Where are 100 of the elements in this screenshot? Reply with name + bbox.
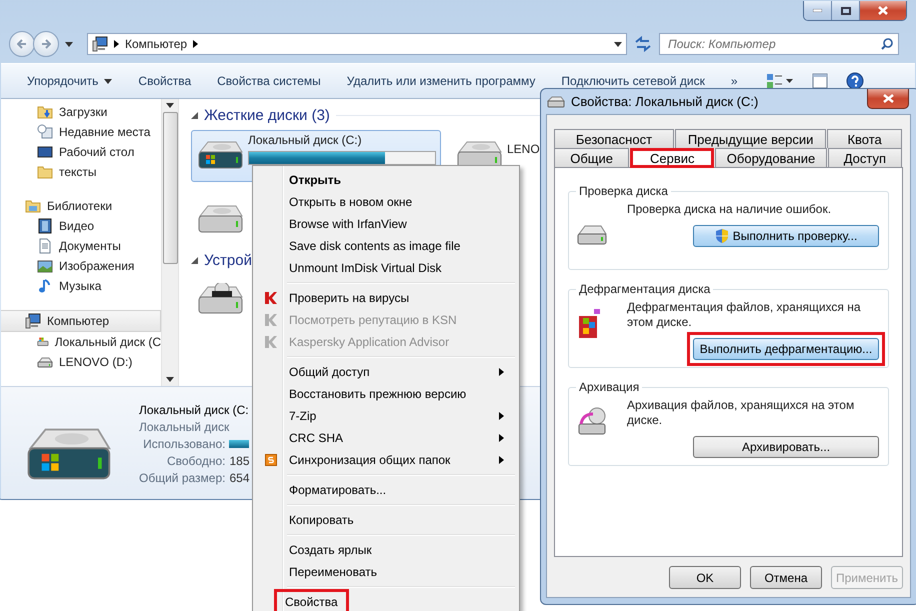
nav-item[interactable]: Музыка xyxy=(1,276,161,296)
tab[interactable]: Оборудование xyxy=(715,148,827,167)
preview-pane-icon[interactable] xyxy=(812,73,828,89)
scroll-down-icon xyxy=(166,377,174,382)
menu-item[interactable]: Unmount ImDisk Virtual Disk xyxy=(255,257,517,279)
group-title: Проверка диска xyxy=(578,184,669,198)
nav-label: Рабочий стол xyxy=(59,145,134,159)
submenu-arrow-icon xyxy=(499,434,504,442)
menu-item[interactable]: Browse with IrfanView xyxy=(255,213,517,235)
breadcrumb[interactable]: Компьютер xyxy=(125,37,188,51)
dialog-button[interactable]: Отмена xyxy=(750,566,822,589)
nav-label: Видео xyxy=(59,219,94,233)
close-button[interactable] xyxy=(867,89,909,109)
toolbar-button[interactable]: » xyxy=(720,67,748,95)
toolbar-button[interactable]: Подключить сетевой диск xyxy=(551,67,715,95)
breadcrumb-arrow-icon xyxy=(193,40,198,48)
nav-item[interactable]: Видео xyxy=(1,216,161,236)
nav-label: Локальный диск (C xyxy=(54,335,161,349)
shield-icon xyxy=(714,228,729,244)
nav-item[interactable]: LENOVO (D:) xyxy=(1,352,161,372)
dialog-button[interactable]: OK xyxy=(669,566,741,589)
maximize-button[interactable] xyxy=(831,1,859,20)
group-header: Жесткие диски (3) xyxy=(204,107,330,124)
tab[interactable]: Сервис xyxy=(630,148,714,168)
search-field[interactable]: Поиск: Компьютер xyxy=(659,33,899,55)
nav-item[interactable]: Загрузки xyxy=(1,102,161,122)
group-title: Дефрагментация диска xyxy=(578,282,712,296)
nav-item[interactable]: Локальный диск (C xyxy=(1,332,161,352)
breadcrumb-arrow-icon xyxy=(114,40,119,48)
nav-label: Компьютер xyxy=(47,314,110,328)
view-options-icon[interactable] xyxy=(766,73,794,89)
close-icon xyxy=(882,94,894,103)
nav-label: Изображения xyxy=(59,259,134,273)
minimize-icon xyxy=(813,9,822,12)
nav-item[interactable]: Документы xyxy=(1,236,161,256)
group-description: Дефрагментация файлов, хранящихся на этом диске. xyxy=(627,300,862,330)
downloads-folder-icon xyxy=(37,104,53,120)
toolbar-button[interactable]: Свойства xyxy=(128,67,202,95)
forward-button[interactable] xyxy=(33,31,59,57)
nav-label: Библиотеки xyxy=(47,199,112,213)
nav-item[interactable]: Компьютер xyxy=(1,310,161,332)
group-title: Архивация xyxy=(578,380,640,394)
menu-item[interactable]: Общий доступ xyxy=(255,361,517,383)
library-folder-icon xyxy=(25,198,41,214)
nav-item[interactable]: Библиотеки xyxy=(1,196,161,216)
menu-item[interactable]: Восстановить прежнюю версию xyxy=(255,383,517,405)
drive-icon xyxy=(547,94,565,108)
menu-item[interactable]: 7-Zip xyxy=(255,405,517,427)
scroll-up-icon xyxy=(166,103,174,108)
tab[interactable]: Предыдущие версии xyxy=(674,129,826,148)
dropdown-caret-icon xyxy=(614,42,622,46)
menu-item[interactable]: Свойства xyxy=(255,591,517,611)
submenu-arrow-icon xyxy=(499,368,504,376)
address-bar[interactable]: Компьютер xyxy=(87,33,627,55)
nav-item[interactable]: Изображения xyxy=(1,256,161,276)
toolbar-button[interactable]: Свойства системы xyxy=(207,67,331,95)
menu-item[interactable]: Переименовать xyxy=(255,561,517,583)
collapse-triangle-icon[interactable] xyxy=(191,112,198,119)
computer-icon xyxy=(25,313,41,329)
menu-item[interactable]: Save disk contents as image file xyxy=(255,235,517,257)
drive-icon xyxy=(577,224,607,246)
action-button[interactable]: Выполнить дефрагментацию... xyxy=(687,332,885,366)
menu-item[interactable]: Создать ярлык xyxy=(255,539,517,561)
toolbar-button[interactable]: Удалить или изменить программу xyxy=(336,67,546,95)
menu-item[interactable]: Открыть в новом окне xyxy=(255,191,517,213)
scrollbar[interactable] xyxy=(161,99,178,386)
menu-item[interactable]: Синхронизация общих папок xyxy=(255,449,517,471)
computer-icon xyxy=(92,36,108,52)
nav-label: тексты xyxy=(59,165,97,179)
detail-label: Общий размер: xyxy=(139,471,226,485)
action-button[interactable]: Архивировать... xyxy=(693,436,879,458)
maximize-icon xyxy=(840,6,850,14)
drive-name: Локальный диск (C:) xyxy=(248,133,363,147)
menu-item[interactable]: Проверить на вирусы xyxy=(255,287,517,309)
nav-item[interactable]: Рабочий стол xyxy=(1,142,161,162)
drive-type: Локальный диск xyxy=(139,420,230,434)
toolbar-button[interactable]: Упорядочить xyxy=(17,67,122,95)
action-button[interactable]: Выполнить проверку... xyxy=(693,225,879,247)
nav-label: Документы xyxy=(59,239,121,253)
submenu-arrow-icon xyxy=(499,456,504,464)
group-description: Проверка диска на наличие ошибок. xyxy=(627,202,832,217)
music-note-icon xyxy=(37,278,53,294)
menu-item[interactable]: Копировать xyxy=(255,509,517,531)
back-button[interactable] xyxy=(9,31,35,57)
detail-label: Свободно: xyxy=(166,454,226,468)
search-icon xyxy=(881,38,893,50)
tab[interactable]: Доступ xyxy=(828,148,902,167)
tab[interactable]: Безопасност xyxy=(554,129,674,148)
close-button[interactable] xyxy=(859,1,906,20)
tab[interactable]: Общие xyxy=(554,148,630,167)
nav-item[interactable]: тексты xyxy=(1,162,161,182)
collapse-triangle-icon[interactable] xyxy=(191,257,198,264)
nav-label: LENOVO (D:) xyxy=(59,355,132,369)
tab[interactable]: Квота xyxy=(827,129,902,148)
menu-item[interactable]: Форматировать... xyxy=(255,479,517,501)
nav-label: Недавние места xyxy=(59,125,150,139)
nav-item[interactable]: Недавние места xyxy=(1,122,161,142)
nav-label: Загрузки xyxy=(59,105,108,119)
refresh-icon[interactable] xyxy=(633,35,653,53)
menu-item[interactable]: CRC SHA xyxy=(255,427,517,449)
